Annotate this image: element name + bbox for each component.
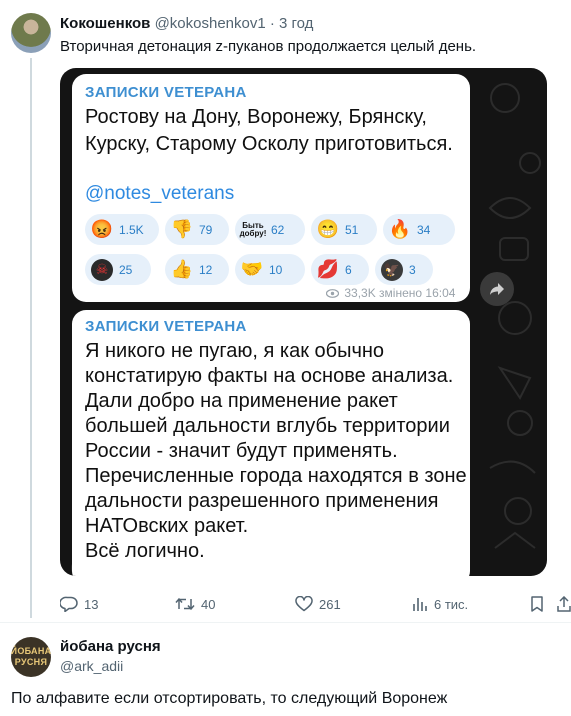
lips-icon: 💋 xyxy=(316,259,340,279)
attached-image[interactable]: ЗАПИСКИ VETEРАНА Ростову на Дону, Вороне… xyxy=(60,68,547,576)
reply-author-name[interactable]: йобана русня xyxy=(60,638,161,655)
reaction-eagle-emblem[interactable]: 🦅 3 xyxy=(375,254,433,285)
bookmark-button[interactable] xyxy=(530,596,550,612)
post2-line-7: дальности разрешенного применения xyxy=(85,490,439,512)
reply-button[interactable]: 13 xyxy=(60,596,98,612)
post-meta: 33,3K змінено 16:04 xyxy=(325,286,456,300)
view-count: 6 тис. xyxy=(434,596,469,612)
thumbs-down-icon: 👎 xyxy=(170,219,194,239)
post2-line-3: Дали добро на применение ракет xyxy=(85,390,398,412)
bookmark-icon xyxy=(531,596,543,612)
reaction-count: 79 xyxy=(199,222,213,237)
post1-line-2: Курску, Старому Осколу приготовиться. xyxy=(85,133,453,155)
tweet-text: Вторичная детонация z-пуканов продолжает… xyxy=(60,38,477,55)
post2-line-6: Перечисленные города находятся в зоне xyxy=(85,465,467,487)
reaction-count: 3 xyxy=(409,262,416,277)
reaction-count: 10 xyxy=(269,262,283,277)
reaction-angry[interactable]: 😡 1.5K xyxy=(85,214,159,245)
reply-text: По алфавите если отсортировать, то следу… xyxy=(11,690,448,707)
share-button[interactable] xyxy=(557,596,571,612)
post2-line-9: Всё логично. xyxy=(85,540,205,562)
telegram-post-2: ЗАПИСКИ VETEРАНА Я никого не пугаю, я ка… xyxy=(72,310,470,576)
retweet-icon xyxy=(175,597,195,611)
post2-line-4: большей дальности вглубь территории xyxy=(85,415,450,437)
reaction-thumbs-down[interactable]: 👎 79 xyxy=(165,214,229,245)
author-avatar[interactable] xyxy=(11,13,51,53)
post2-line-2: констатирую факты на основе анализа. xyxy=(85,365,454,387)
reaction-count: 1.5K xyxy=(119,222,144,237)
heart-icon xyxy=(295,596,313,612)
thread-line xyxy=(30,58,32,618)
author-handle[interactable]: @kokoshenkov1 xyxy=(155,15,266,32)
views-button[interactable]: 6 тис. xyxy=(412,596,468,612)
tweet-header: Кокошенков @kokoshenkov1 · 3 год xyxy=(60,15,313,32)
post1-line-1: Ростову на Дону, Воронежу, Брянску, xyxy=(85,106,427,128)
reply-author-handle[interactable]: @ark_adii xyxy=(60,658,123,674)
divider xyxy=(0,622,571,623)
channel-mention-link[interactable]: @notes_veterans xyxy=(85,183,234,205)
reaction-handshake[interactable]: 🤝 10 xyxy=(235,254,305,285)
view-count: 33,3K xyxy=(344,286,376,300)
thumbs-up-icon: 👍 xyxy=(170,259,194,279)
reaction-fire[interactable]: 🔥 34 xyxy=(383,214,455,245)
like-count: 261 xyxy=(319,596,341,612)
share-icon xyxy=(557,596,571,612)
channel-name[interactable]: ЗАПИСКИ VETEРАНА xyxy=(85,84,247,101)
tweet-time[interactable]: · 3 год xyxy=(270,15,314,32)
byt-dobru-sticker-icon: Быть добру! xyxy=(239,220,267,238)
retweet-button[interactable]: 40 xyxy=(175,596,215,612)
reaction-count: 51 xyxy=(345,222,359,237)
fire-icon: 🔥 xyxy=(388,219,412,239)
like-button[interactable]: 261 xyxy=(295,596,341,612)
retweet-count: 40 xyxy=(201,596,216,612)
channel-name[interactable]: ЗАПИСКИ VETEРАНА xyxy=(85,318,247,335)
reply-author-avatar[interactable]: ЙОБАНА РУСНЯ xyxy=(11,637,51,677)
reaction-grin[interactable]: 😁 51 xyxy=(311,214,377,245)
reaction-lips[interactable]: 💋 6 xyxy=(311,254,369,285)
reply-icon xyxy=(60,596,78,612)
reaction-count: 12 xyxy=(199,262,213,277)
telegram-post-1: ЗАПИСКИ VETEРАНА Ростову на Дону, Вороне… xyxy=(72,74,470,302)
reaction-skull-emblem[interactable]: ☠ 25 xyxy=(85,254,151,285)
edited-time: змінено 16:04 xyxy=(379,286,456,300)
eagle-emblem-icon: 🦅 xyxy=(381,258,403,281)
reaction-byt-dobru[interactable]: Быть добру! 62 xyxy=(235,214,305,245)
angry-face-icon: 😡 xyxy=(90,219,114,239)
reaction-count: 25 xyxy=(119,262,133,277)
post2-line-8: НАТОвских ракет. xyxy=(85,515,249,537)
post2-line-1: Я никого не пугаю, я как обычно xyxy=(85,340,385,362)
skull-emblem-icon: ☠ xyxy=(91,258,113,281)
forward-arrow-icon xyxy=(490,283,504,295)
handshake-icon: 🤝 xyxy=(240,259,264,279)
reaction-count: 6 xyxy=(345,262,352,277)
reaction-thumbs-up[interactable]: 👍 12 xyxy=(165,254,229,285)
reply-count: 13 xyxy=(84,596,99,612)
reaction-count: 62 xyxy=(271,222,285,237)
avatar-text-line-1: ЙОБАНА xyxy=(11,646,51,656)
post2-line-5: России - значит будут применять. xyxy=(85,440,398,462)
author-name[interactable]: Кокошенков xyxy=(60,15,150,32)
avatar-text-line-2: РУСНЯ xyxy=(14,657,48,667)
grinning-face-icon: 😁 xyxy=(316,219,340,239)
eye-icon xyxy=(325,289,340,299)
analytics-icon xyxy=(413,598,427,611)
reaction-count: 34 xyxy=(417,222,431,237)
forward-button[interactable] xyxy=(480,272,514,306)
